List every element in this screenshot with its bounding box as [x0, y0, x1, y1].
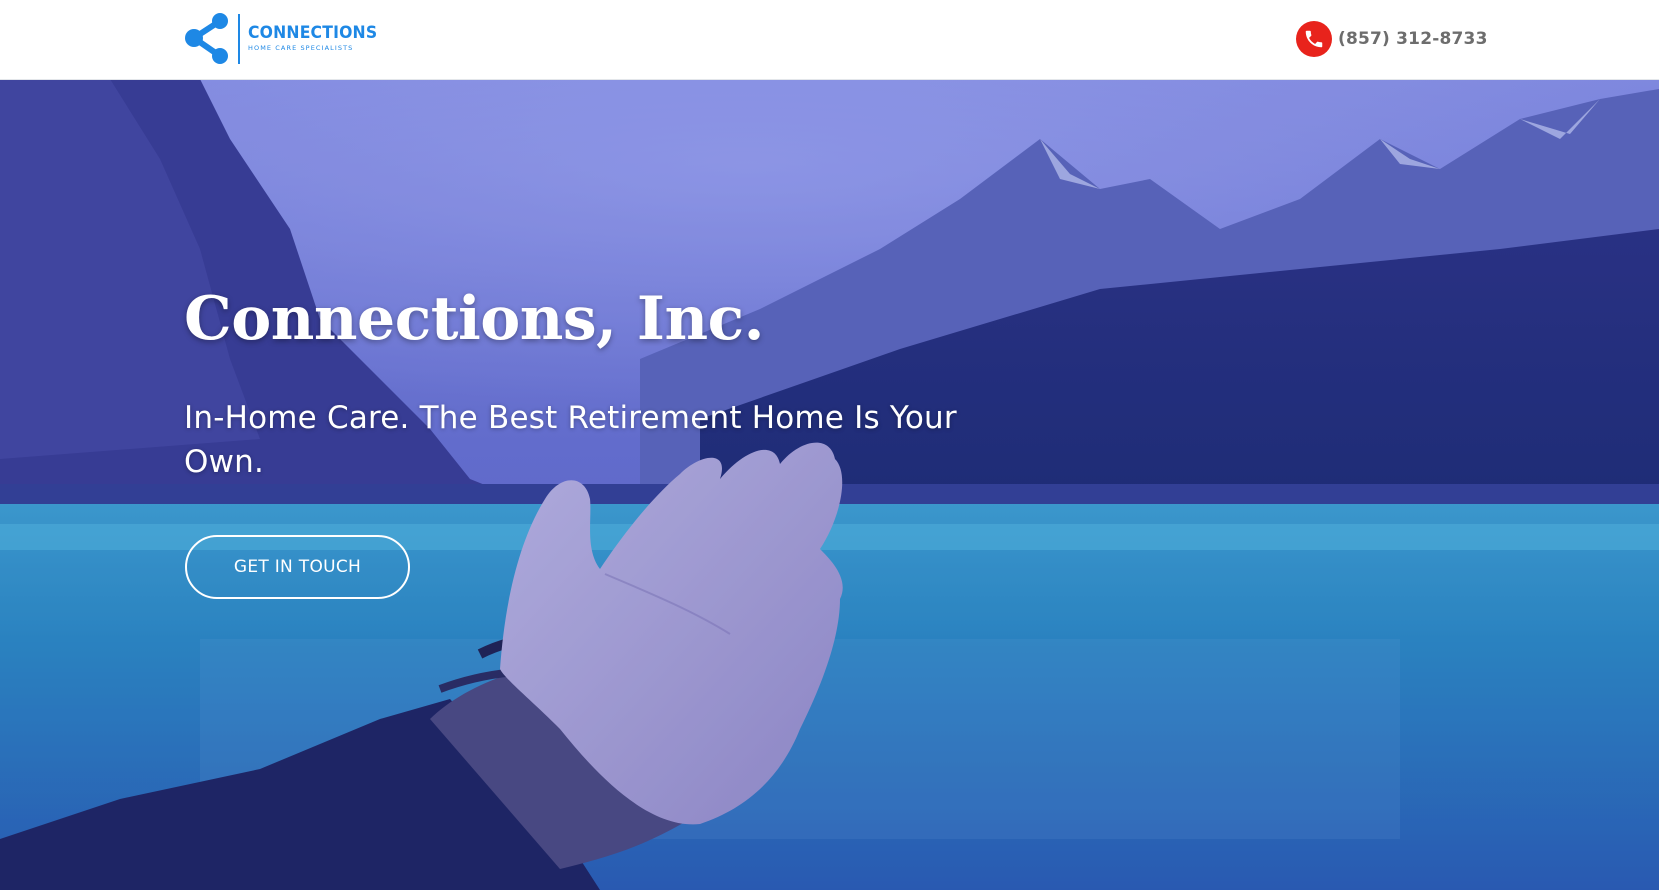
phone-number: (857) 312-8733: [1338, 29, 1488, 49]
logo-text: CONNECTIONS HOME CARE SPECIALISTS: [248, 24, 389, 53]
site-logo[interactable]: CONNECTIONS HOME CARE SPECIALISTS: [184, 11, 389, 66]
site-header: CONNECTIONS HOME CARE SPECIALISTS (857) …: [0, 0, 1659, 80]
share-nodes-icon: [185, 13, 228, 64]
hero-background-image: [0, 79, 1659, 890]
get-in-touch-button[interactable]: GET IN TOUCH: [185, 535, 410, 599]
phone-icon: [1296, 21, 1332, 57]
hero-title: Connections, Inc.: [184, 284, 765, 354]
logo-tagline: HOME CARE SPECIALISTS: [248, 44, 354, 52]
hero-subtitle: In-Home Care. The Best Retirement Home I…: [184, 400, 957, 480]
phone-link[interactable]: (857) 312-8733: [1296, 20, 1488, 58]
logo-divider: [238, 13, 240, 64]
hero-section: Connections, Inc. In-Home Care. The Best…: [0, 79, 1659, 890]
logo-name: CONNECTIONS: [248, 23, 378, 43]
